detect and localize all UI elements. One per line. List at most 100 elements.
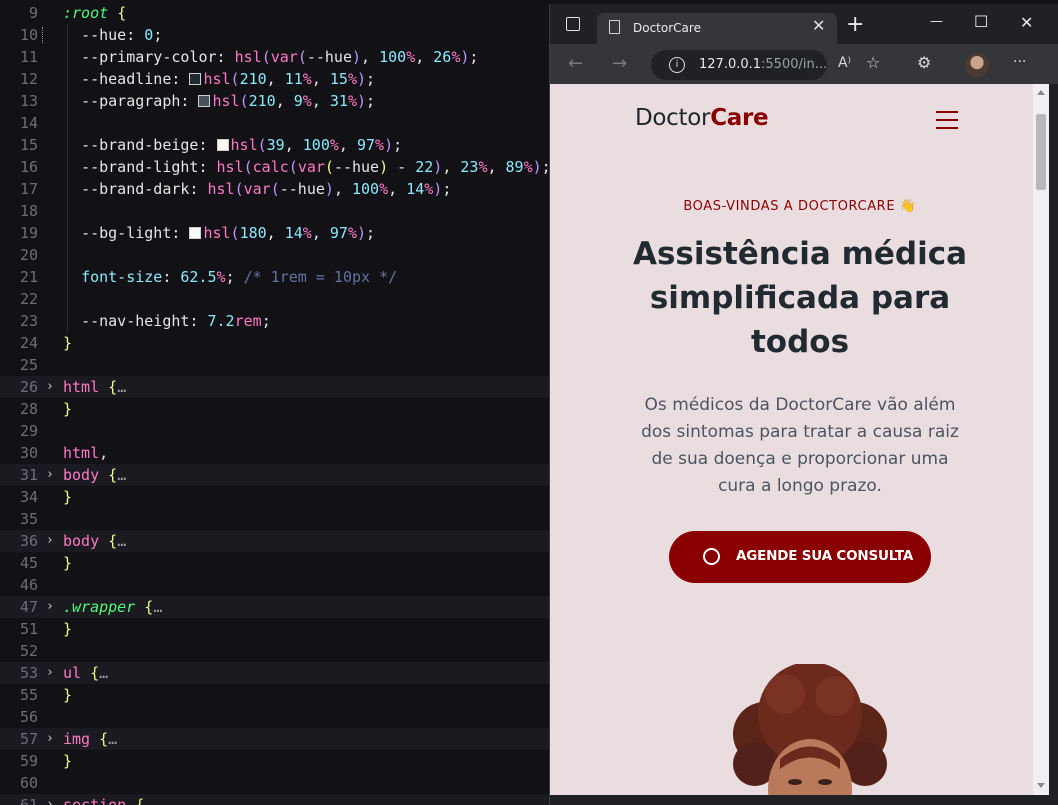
line-number: 14 (19, 114, 38, 132)
code-line: 19 --bg-light: hsl(180, 14%, 97%); (0, 222, 549, 244)
fold-chevron-icon[interactable]: › (46, 596, 58, 618)
line-number: 31 (19, 466, 38, 484)
code-line: 59} (0, 750, 549, 772)
line-number: 36 (19, 532, 38, 550)
page-viewport[interactable]: DoctorCare BOAS-VINDAS A DOCTORCARE 👋 As… (550, 84, 1033, 795)
scroll-thumb[interactable] (1036, 114, 1046, 190)
code-line: 47 › .wrapper {… (0, 596, 549, 618)
hero-paragraph: Os médicos da DoctorCare vão além dos si… (641, 395, 959, 496)
line-number: 59 (19, 752, 38, 770)
color-swatch[interactable] (216, 139, 229, 151)
code-line: 31 › body {… (0, 464, 549, 486)
title-bar: DoctorCare ✕ + — ☐ ✕ (550, 4, 1058, 44)
close-icon[interactable]: ✕ (1020, 13, 1033, 32)
code-line: 10 --hue: 0; (0, 24, 549, 46)
code-line: 30 html, (0, 442, 549, 464)
fold-chevron-icon[interactable]: › (46, 464, 58, 486)
line-number: 53 (19, 664, 38, 682)
minimize-icon[interactable]: — (930, 14, 943, 29)
more-menu-icon[interactable]: ··· (1013, 54, 1026, 70)
line-number: 9 (28, 4, 38, 22)
line-number: 46 (19, 576, 38, 594)
tab-actions-icon[interactable] (566, 17, 580, 31)
code-line: 46 (0, 574, 549, 596)
code-line: 60 (0, 772, 549, 794)
fold-chevron-icon[interactable]: › (46, 530, 58, 552)
line-number: 28 (19, 400, 38, 418)
code-line: 25 (0, 354, 549, 376)
info-icon[interactable]: i (669, 57, 685, 73)
line-number: 22 (19, 290, 38, 308)
back-icon[interactable]: ← (568, 53, 583, 74)
code-line: 20 (0, 244, 549, 266)
cta-label: AGENDE SUA CONSULTA (736, 548, 914, 564)
address-bar[interactable]: i 127.0.0.1:5500/in... (651, 50, 827, 80)
code-line: 17 --brand-dark: hsl(var(--hue), 100%, 1… (0, 178, 549, 200)
line-number: 55 (19, 686, 38, 704)
profile-avatar[interactable] (965, 53, 989, 77)
schedule-appointment-button[interactable]: AGENDE SUA CONSULTA (669, 531, 931, 583)
color-swatch[interactable] (189, 227, 202, 239)
line-number: 35 (19, 510, 38, 528)
scroll-down-icon[interactable] (1037, 783, 1045, 788)
line-number: 15 (19, 136, 38, 154)
line-number: 29 (19, 422, 38, 440)
line-number: 61 (19, 796, 38, 805)
line-number: 26 (19, 378, 38, 396)
forward-icon[interactable]: → (612, 53, 627, 74)
fold-chevron-icon[interactable]: › (46, 794, 58, 805)
browser-toolbar: ← → i 127.0.0.1:5500/in... A⁾ ☆ ⚙ ··· (550, 44, 1058, 84)
code-line: 22 (0, 288, 549, 310)
site-logo[interactable]: DoctorCare (635, 105, 769, 131)
line-number: 13 (19, 92, 38, 110)
code-line: 57 › img {… (0, 728, 549, 750)
url-text[interactable]: 127.0.0.1:5500/in... (699, 57, 827, 72)
hero-headline: Assistência médica simplificada para tod… (632, 236, 968, 360)
line-number: 11 (19, 48, 38, 66)
add-favorite-icon[interactable]: ☆ (866, 53, 880, 72)
code-editor[interactable]: 9:root { 10 --hue: 0; 11 --primary-color… (0, 0, 549, 805)
fold-chevron-icon[interactable]: › (46, 728, 58, 750)
line-number: 34 (19, 488, 38, 506)
extensions-icon[interactable]: ⚙ (917, 53, 931, 72)
new-tab-icon[interactable]: + (846, 12, 864, 37)
line-number: 18 (19, 202, 38, 220)
line-number: 17 (19, 180, 38, 198)
code-line: 13 --paragraph: hsl(210, 9%, 31%); (0, 90, 549, 112)
line-number: 30 (19, 444, 38, 462)
line-number: 12 (19, 70, 38, 88)
browser-window: DoctorCare ✕ + — ☐ ✕ ← → i 127.0.0.1:550… (549, 4, 1058, 805)
code-line: 21 font-size: 62.5%; /* 1rem = 10px */ (0, 266, 549, 288)
tab-close-icon[interactable]: ✕ (812, 16, 825, 35)
color-swatch[interactable] (189, 73, 202, 85)
code-line: 26 › html {… (0, 376, 549, 398)
code-line: 24} (0, 332, 549, 354)
whatsapp-icon (703, 548, 720, 565)
code-line: 15 --brand-beige: hsl(39, 100%, 97%); (0, 134, 549, 156)
doctor-portrait-image (733, 664, 887, 795)
read-aloud-icon[interactable]: A⁾ (838, 55, 851, 71)
line-number: 23 (19, 312, 38, 330)
code-line: 28} (0, 398, 549, 420)
code-line: 51} (0, 618, 549, 640)
fold-chevron-icon[interactable]: › (46, 376, 58, 398)
code-line: 14 (0, 112, 549, 134)
page-scrollbar[interactable] (1033, 84, 1049, 795)
code-line: 23 --nav-height: 7.2rem; (0, 310, 549, 332)
code-line: 53 › ul {… (0, 662, 549, 684)
fold-chevron-icon[interactable]: › (46, 662, 58, 684)
color-swatch[interactable] (198, 95, 211, 107)
line-number: 10 (19, 26, 38, 44)
tab-doctorcare[interactable]: DoctorCare ✕ (597, 13, 837, 44)
line-number: 52 (19, 642, 38, 660)
code-line: 12 --headline: hsl(210, 11%, 15%); (0, 68, 549, 90)
welcome-eyebrow: BOAS-VINDAS A DOCTORCARE 👋 (683, 199, 917, 214)
document-icon (609, 20, 620, 34)
line-number: 45 (19, 554, 38, 572)
menu-hamburger-icon[interactable] (936, 111, 958, 129)
scroll-up-icon[interactable] (1037, 90, 1045, 95)
maximize-icon[interactable]: ☐ (974, 12, 988, 31)
code-line: 36 › body {… (0, 530, 549, 552)
line-number: 24 (19, 334, 38, 352)
text-cursor (42, 27, 44, 43)
